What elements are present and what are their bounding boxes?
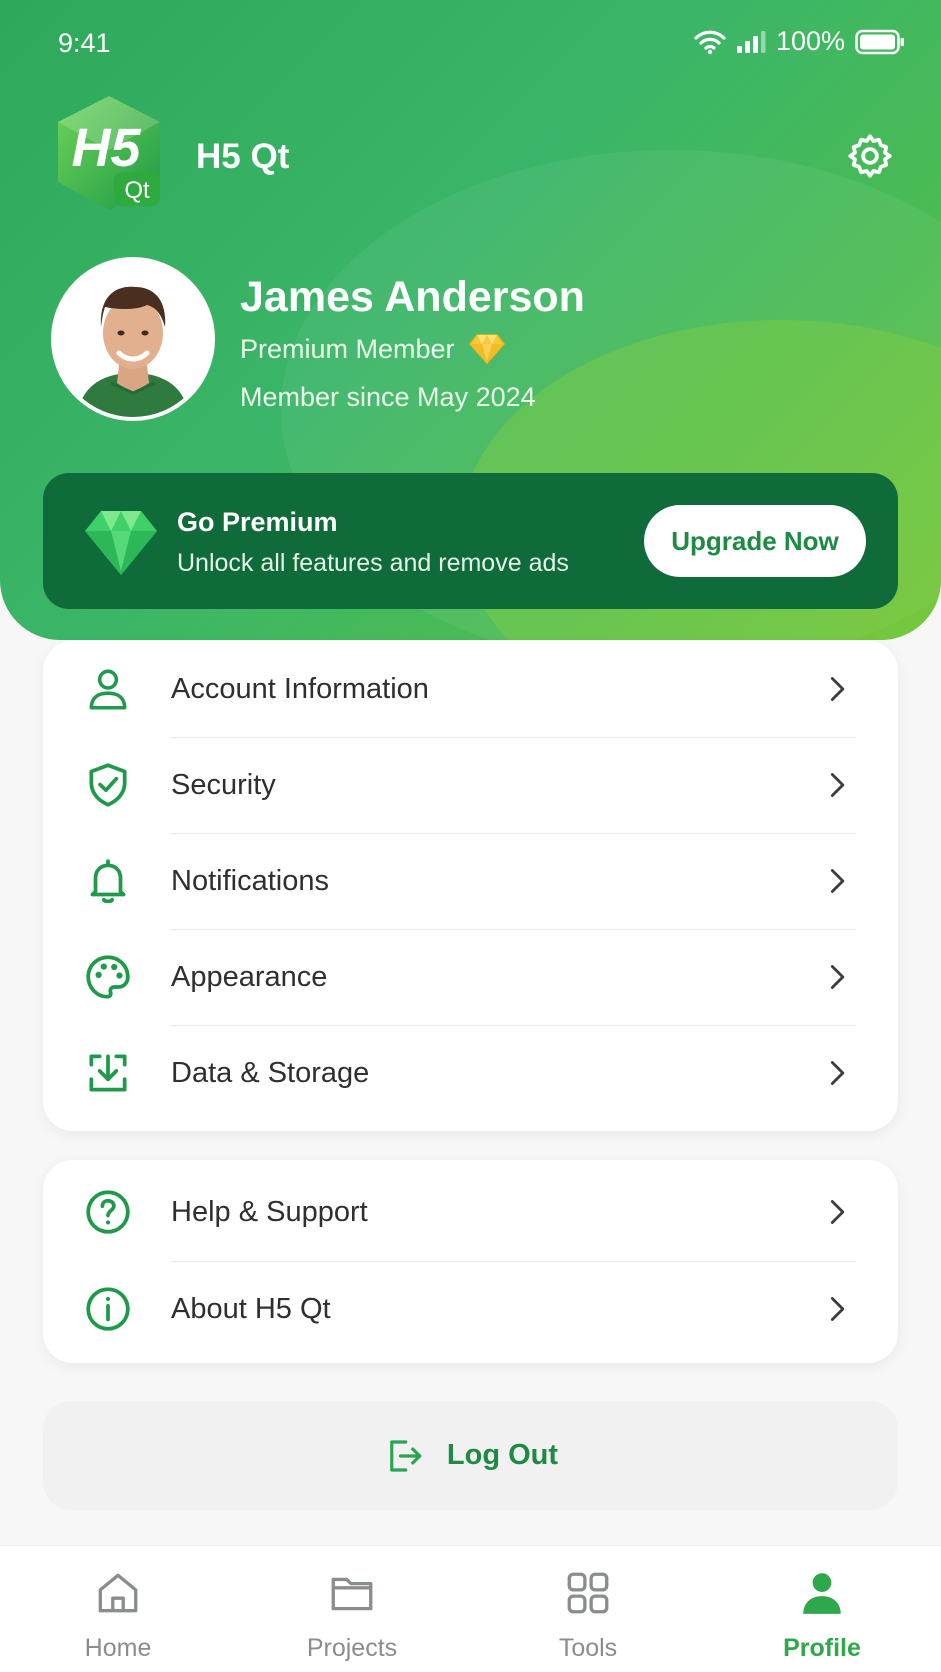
logout-icon	[390, 1439, 422, 1472]
avatar[interactable]	[51, 257, 215, 421]
menu-item-label: Appearance	[171, 960, 328, 993]
status-indicators: 100%	[694, 26, 905, 57]
nav-item-home[interactable]: Home	[38, 1546, 198, 1672]
folder-icon	[331, 1577, 373, 1611]
question-circle-icon	[86, 1190, 130, 1234]
user-icon	[89, 669, 127, 710]
premium-banner: Go Premium Unlock all features and remov…	[43, 473, 898, 609]
home-icon	[98, 1573, 138, 1613]
status-bar: 9:41 100%	[0, 0, 941, 86]
battery-icon	[855, 29, 904, 54]
person-icon	[803, 1573, 841, 1614]
menu-item-help-support[interactable]: Help & Support	[43, 1164, 898, 1260]
menu-item-label: Account Information	[171, 672, 429, 705]
palette-icon	[86, 955, 130, 999]
nav-label: Tools	[558, 1634, 618, 1662]
upgrade-now-button[interactable]: Upgrade Now	[644, 505, 866, 577]
grid-icon	[567, 1572, 609, 1614]
wifi-icon	[694, 30, 726, 54]
diamond-badge-icon	[468, 334, 505, 365]
chevron-right-icon	[830, 1297, 845, 1321]
nav-item-profile[interactable]: Profile	[742, 1546, 902, 1672]
logout-label: Log Out	[446, 1439, 559, 1471]
nav-label: Profile	[783, 1634, 861, 1662]
menu-item-account-information[interactable]: Account Information	[43, 641, 898, 737]
premium-title: Go Premium	[177, 507, 338, 537]
gem-icon	[85, 511, 157, 575]
settings-button[interactable]	[845, 131, 895, 181]
premium-subtitle: Unlock all features and remove ads	[177, 549, 569, 577]
settings-menu-card: Account Information Security Notificatio…	[43, 641, 898, 1131]
chevron-right-icon	[830, 869, 845, 893]
menu-item-security[interactable]: Security	[43, 737, 898, 833]
gear-icon	[848, 134, 892, 178]
download-tray-icon	[89, 1054, 127, 1092]
menu-item-about[interactable]: About H5 Qt	[43, 1261, 898, 1357]
chevron-right-icon	[830, 773, 845, 797]
chevron-right-icon	[830, 1200, 845, 1224]
chevron-right-icon	[830, 677, 845, 701]
nav-label: Projects	[306, 1634, 398, 1662]
support-menu-card: Help & Support About H5 Qt	[43, 1160, 898, 1363]
membership-tier: Premium Member	[240, 333, 505, 365]
logout-button[interactable]: Log Out	[43, 1401, 898, 1510]
menu-item-label: Help & Support	[171, 1195, 368, 1228]
menu-item-label: Data & Storage	[171, 1056, 370, 1089]
svg-text:H5: H5	[71, 118, 141, 178]
bell-icon	[90, 859, 126, 904]
nav-label: Home	[84, 1634, 152, 1662]
member-since: Member since May 2024	[240, 382, 536, 412]
nav-item-tools[interactable]: Tools	[508, 1546, 668, 1672]
signal-icon	[736, 30, 766, 53]
menu-item-appearance[interactable]: Appearance	[43, 929, 898, 1025]
menu-item-data-storage[interactable]: Data & Storage	[43, 1025, 898, 1121]
menu-item-notifications[interactable]: Notifications	[43, 833, 898, 929]
menu-item-label: Security	[171, 768, 276, 801]
app-name: H5 Qt	[196, 137, 290, 176]
battery-percentage: 100%	[775, 26, 845, 56]
user-name: James Anderson	[240, 273, 585, 321]
app-logo: H5 Qt	[48, 92, 170, 214]
bottom-navigation: Home Projects Tools Profile	[0, 1545, 941, 1672]
shield-check-icon	[89, 763, 127, 807]
chevron-right-icon	[830, 1061, 845, 1085]
info-circle-icon	[86, 1287, 130, 1331]
status-time: 9:41	[58, 28, 111, 58]
menu-item-label: About H5 Qt	[171, 1292, 331, 1325]
menu-item-label: Notifications	[171, 864, 329, 897]
nav-item-projects[interactable]: Projects	[272, 1546, 432, 1672]
membership-tier-label: Premium Member	[240, 333, 455, 364]
chevron-right-icon	[830, 965, 845, 989]
svg-text:Qt: Qt	[124, 177, 150, 204]
